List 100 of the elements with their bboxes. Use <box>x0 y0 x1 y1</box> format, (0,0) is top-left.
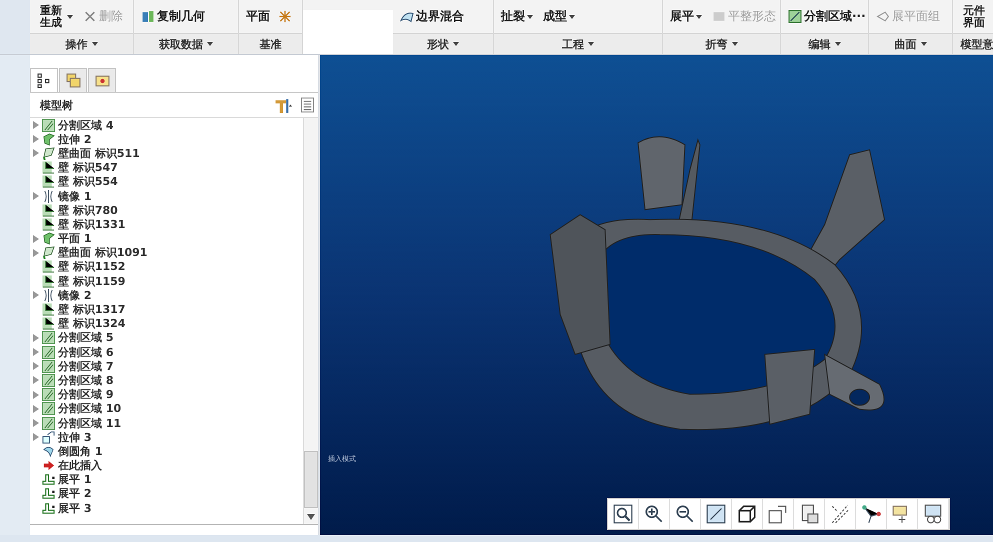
expand-arrow-icon[interactable] <box>33 390 39 399</box>
group-label[interactable]: 工程 <box>494 33 662 54</box>
tree-item[interactable]: 壁 标识1324 <box>33 316 303 331</box>
surface-icon <box>400 10 414 23</box>
expand-arrow-icon[interactable] <box>33 192 39 200</box>
expand-arrow-icon[interactable] <box>33 121 39 130</box>
feature-icon <box>42 175 55 188</box>
expand-arrow-icon[interactable] <box>33 248 39 257</box>
feature-icon <box>42 360 55 373</box>
tree-item-label: 在此插入 <box>58 458 102 474</box>
caret-icon <box>453 42 459 46</box>
expand-arrow-icon[interactable] <box>33 291 39 300</box>
expand-arrow-icon[interactable] <box>33 348 39 356</box>
tree-item-label: 镜像 1 <box>58 188 92 204</box>
group-label[interactable]: 曲面 <box>869 33 952 54</box>
expand-arrow-icon[interactable] <box>33 433 39 442</box>
list-icon[interactable] <box>301 97 314 113</box>
expand-arrow-icon[interactable] <box>33 149 39 158</box>
tree-item-label: 展平 1 <box>58 472 92 488</box>
feature-icon <box>42 430 55 444</box>
tree-item[interactable]: 壁 标识1152 <box>33 260 303 274</box>
caret-icon <box>732 42 738 46</box>
feature-icon <box>42 331 55 344</box>
scroll-down-icon[interactable] <box>307 514 315 520</box>
group-label[interactable]: 获取数据 <box>134 33 238 54</box>
expand-arrow-icon[interactable] <box>33 234 39 243</box>
feature-icon <box>42 388 55 402</box>
tree-item[interactable]: 镜像 1 <box>33 188 303 204</box>
ribbon-button[interactable]: 平面 <box>244 7 272 26</box>
expand-arrow-icon[interactable] <box>33 404 39 413</box>
tree-item[interactable]: 倒圆角 1 <box>33 444 303 458</box>
group-label[interactable]: 基准 <box>239 33 302 54</box>
tree-item-label: 壁 标识1152 <box>58 259 126 274</box>
settings-icon[interactable] <box>273 96 293 114</box>
ribbon-button[interactable]: 重新生成 <box>35 4 75 30</box>
tree-item-label: 镜像 2 <box>58 288 92 303</box>
scrollbar[interactable] <box>303 118 318 524</box>
panel-tab[interactable] <box>30 68 58 92</box>
tree-item-label: 分割区域 4 <box>58 118 114 133</box>
feature-icon <box>42 473 55 486</box>
group-label[interactable]: 形状 <box>393 33 493 54</box>
feature-icon <box>42 459 55 472</box>
ribbon-button[interactable]: 边界混合 <box>398 7 466 26</box>
tree-item-label: 分割区域 7 <box>58 358 114 374</box>
copy-geometry-icon <box>141 10 155 23</box>
tree-item-label: 壁 标识554 <box>58 174 118 190</box>
tree-item[interactable]: 壁曲面 标识1091 <box>33 246 303 260</box>
ribbon-button[interactable]: 复制几何 <box>139 7 207 26</box>
ribbon-button[interactable]: 元件界面 <box>958 4 990 30</box>
tree-item[interactable]: 拉伸 3 <box>33 430 303 444</box>
ribbon-button[interactable]: 展平 <box>668 7 704 26</box>
tree-item[interactable]: 壁 标识1317 <box>33 302 303 317</box>
tree-item[interactable]: 在此插入 <box>33 458 303 473</box>
group-label[interactable]: 操作 <box>30 33 133 54</box>
tree-item[interactable]: 分割区域 5 <box>33 330 303 345</box>
flat-state-icon <box>712 10 726 23</box>
expand-arrow-icon[interactable] <box>33 419 39 428</box>
tree-item-label: 分割区域 10 <box>58 401 122 416</box>
tree-item[interactable]: 壁 标识1159 <box>33 274 303 288</box>
tree-item[interactable]: 分割区域 4 <box>33 118 303 132</box>
expand-arrow-icon[interactable] <box>33 362 39 370</box>
feature-icon <box>42 132 55 146</box>
ribbon-button[interactable]: 分割区域··· <box>786 7 868 26</box>
tree-item-label: 倒圆角 1 <box>58 444 102 459</box>
feature-icon <box>42 190 55 203</box>
caret-icon <box>92 42 98 46</box>
tree-item[interactable]: 展平 2 <box>33 486 303 502</box>
tree-item[interactable]: 镜像 2 <box>33 288 303 302</box>
tree-item-label: 分割区域 8 <box>58 372 114 388</box>
ribbon-button[interactable]: 扯裂 <box>499 7 535 26</box>
expand-arrow-icon[interactable] <box>33 334 39 342</box>
tree-item[interactable]: 平面 1 <box>33 232 303 246</box>
tree-item[interactable]: 壁 标识780 <box>33 203 303 218</box>
tree-item[interactable]: 分割区域 7 <box>33 359 303 374</box>
feature-icon <box>42 374 55 387</box>
tree-item[interactable]: 拉伸 2 <box>33 132 303 146</box>
feature-icon <box>42 502 55 515</box>
group-label[interactable]: 折弯 <box>663 33 780 54</box>
layers-icon <box>66 73 80 88</box>
tree-item[interactable]: 分割区域 9 <box>33 388 303 402</box>
tree-item[interactable]: 壁 标识1331 <box>33 217 303 232</box>
tree-item[interactable]: 展平 1 <box>33 472 303 487</box>
group-label[interactable]: 编辑 <box>781 33 868 54</box>
tree-item[interactable]: 壁 标识547 <box>33 160 303 175</box>
tree-item[interactable]: 展平 3 <box>33 501 303 516</box>
tree-item[interactable]: 壁曲面 标识511 <box>33 146 303 161</box>
feature-icon <box>42 303 55 316</box>
scroll-thumb[interactable] <box>304 451 318 508</box>
tree-item[interactable]: 分割区域 6 <box>33 345 303 360</box>
feature-icon <box>42 246 55 260</box>
expand-arrow-icon[interactable] <box>33 376 39 384</box>
tree-item[interactable]: 壁 标识554 <box>33 174 303 189</box>
tree-item[interactable]: 分割区域 11 <box>33 416 303 430</box>
tree-item[interactable]: 分割区域 8 <box>33 373 303 388</box>
expand-arrow-icon[interactable] <box>33 135 39 144</box>
ribbon-button[interactable]: 成型 <box>541 7 577 26</box>
tree-item-label: 展平 2 <box>58 486 92 502</box>
asterisk-icon[interactable] <box>278 10 292 23</box>
feature-icon <box>42 346 55 359</box>
tree-item[interactable]: 分割区域 10 <box>33 402 303 416</box>
